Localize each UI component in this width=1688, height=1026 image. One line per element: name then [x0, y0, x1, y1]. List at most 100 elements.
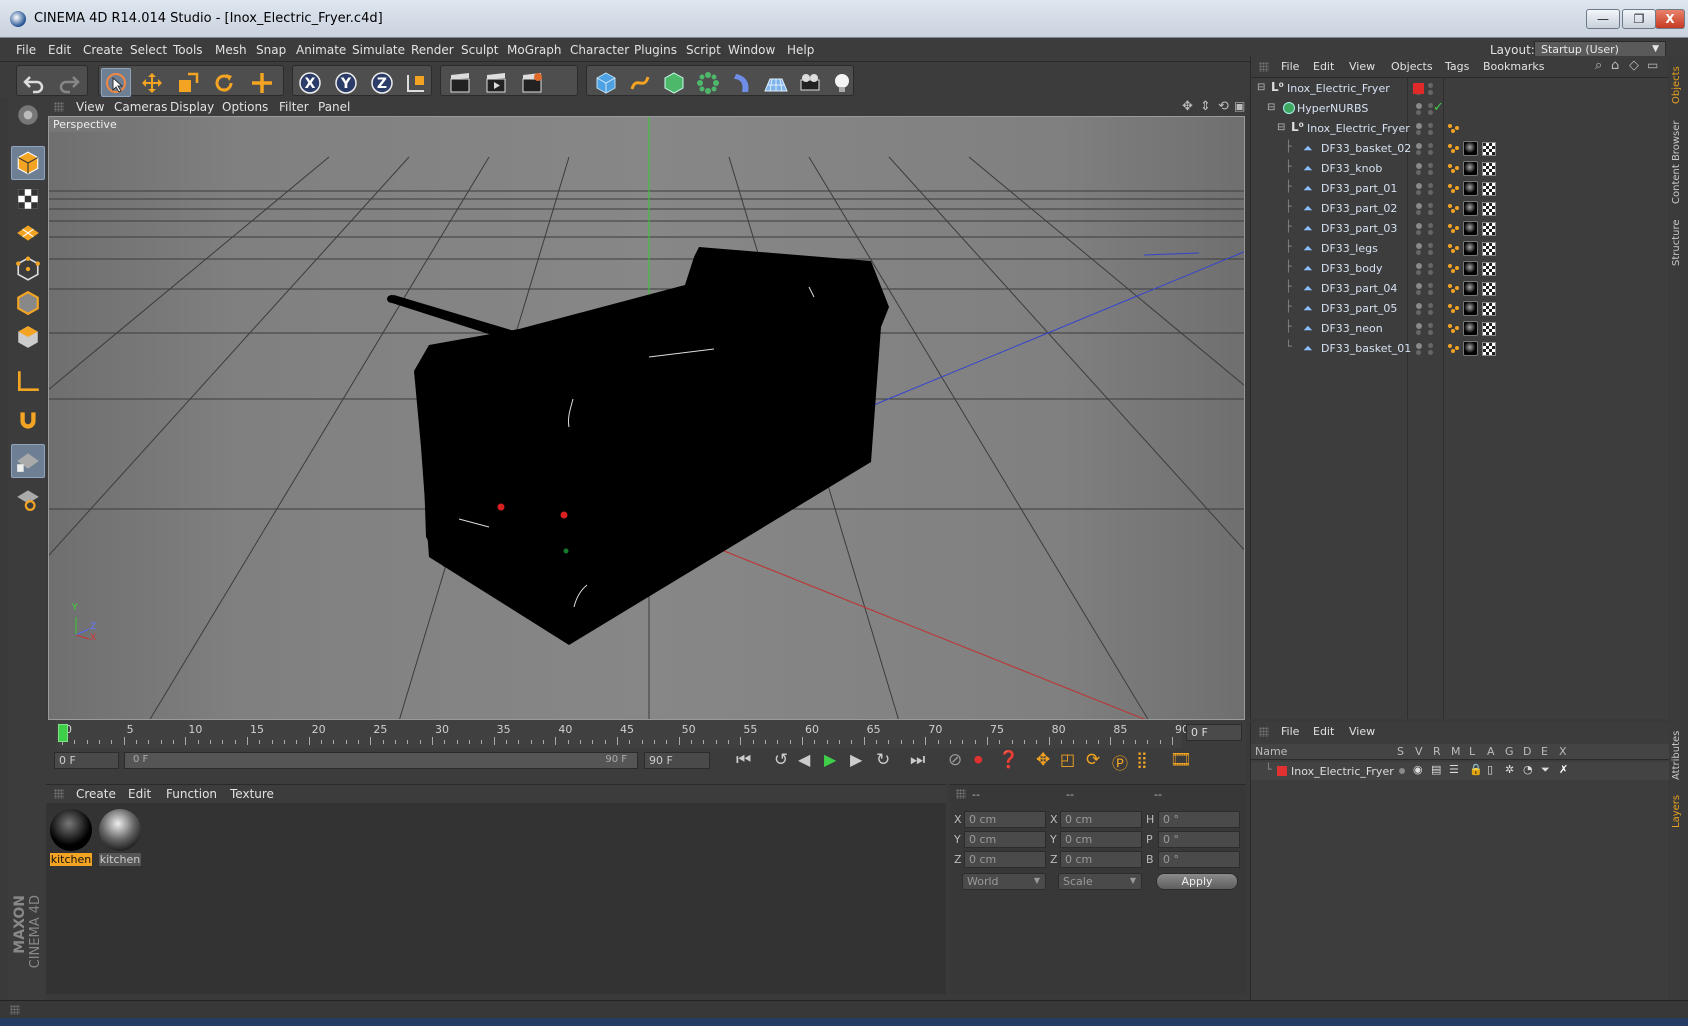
- coordinate-system-button[interactable]: [401, 68, 431, 97]
- layer-menu-file[interactable]: File: [1281, 725, 1299, 738]
- object-name[interactable]: DF33_part_03: [1321, 222, 1397, 235]
- uvw-tag-icon[interactable]: [1447, 323, 1459, 335]
- object-name[interactable]: HyperNURBS: [1297, 102, 1368, 115]
- editor-visibility-dot[interactable]: [1428, 303, 1433, 308]
- object-name[interactable]: Inox_Electric_Fryer: [1307, 122, 1410, 135]
- render-visibility-dot[interactable]: [1428, 230, 1433, 235]
- texture-tag-icon[interactable]: [1482, 262, 1496, 276]
- floor-button[interactable]: [761, 68, 791, 97]
- render-visibility-dot[interactable]: [1416, 330, 1421, 335]
- previous-keyframe-icon[interactable]: ↺: [774, 750, 788, 770]
- editor-visibility-dot[interactable]: [1416, 263, 1422, 269]
- uvw-tag-icon[interactable]: [1447, 343, 1459, 355]
- viewport-zoom-icon[interactable]: ⇕: [1200, 99, 1211, 114]
- apply-button[interactable]: Apply: [1156, 873, 1238, 890]
- render-visibility-dot[interactable]: [1428, 310, 1433, 315]
- texture-tag-icon[interactable]: [1482, 342, 1496, 356]
- restore-button[interactable]: ❐: [1622, 9, 1656, 29]
- object-name[interactable]: DF33_part_05: [1321, 302, 1397, 315]
- render-visibility-dot[interactable]: [1428, 330, 1433, 335]
- viewport-menu-cameras[interactable]: Cameras: [114, 100, 167, 114]
- locked-workplane-button[interactable]: [11, 444, 45, 478]
- object-name[interactable]: DF33_part_02: [1321, 202, 1397, 215]
- editor-visibility-dot[interactable]: [1416, 183, 1422, 189]
- menu-mesh[interactable]: Mesh: [215, 43, 247, 57]
- uvw-tag-icon[interactable]: [1447, 203, 1459, 215]
- edges-mode-button[interactable]: [11, 286, 45, 320]
- viewport-maximize-icon[interactable]: ▣: [1234, 99, 1245, 113]
- uvw-tag-icon[interactable]: [1447, 223, 1459, 235]
- model-mode-button[interactable]: [11, 146, 45, 180]
- object-name[interactable]: DF33_body: [1321, 262, 1383, 275]
- go-to-start-icon[interactable]: ⏮: [736, 750, 751, 770]
- editor-visibility-dot[interactable]: [1416, 303, 1422, 309]
- key-parameter-icon[interactable]: Ⓟ: [1112, 750, 1128, 774]
- editor-visibility-dot[interactable]: [1416, 143, 1422, 149]
- material-tag-icon[interactable]: [1463, 181, 1478, 196]
- object-name[interactable]: DF33_basket_01: [1321, 342, 1411, 355]
- texture-tag-icon[interactable]: [1482, 222, 1496, 236]
- object-name[interactable]: DF33_part_04: [1321, 282, 1397, 295]
- editor-visibility-dot[interactable]: [1428, 343, 1433, 348]
- uvw-tag-icon[interactable]: [1447, 243, 1459, 255]
- render-visibility-dot[interactable]: [1428, 190, 1433, 195]
- layer-menu-edit[interactable]: Edit: [1313, 725, 1334, 738]
- animation-icon[interactable]: ▯: [1487, 763, 1493, 776]
- material-tag-icon[interactable]: [1463, 201, 1478, 216]
- render-visibility-dot[interactable]: [1428, 90, 1433, 95]
- object-menu-objects[interactable]: Objects: [1391, 60, 1433, 73]
- render-visibility-dot[interactable]: [1428, 350, 1433, 355]
- texture-tag-icon[interactable]: [1482, 162, 1496, 176]
- rot-p-field[interactable]: 0 °: [1158, 831, 1240, 848]
- check-icon[interactable]: ✓: [1433, 100, 1444, 115]
- menu-script[interactable]: Script: [686, 43, 721, 57]
- material-tag-icon[interactable]: [1463, 261, 1478, 276]
- menu-edit[interactable]: Edit: [48, 43, 71, 57]
- pos-y-field[interactable]: 0 cm: [964, 831, 1046, 848]
- current-frame-field[interactable]: 0 F: [1186, 724, 1242, 741]
- editor-visibility-dot[interactable]: [1416, 343, 1422, 349]
- viewport-menu-panel[interactable]: Panel: [318, 100, 350, 114]
- array-button[interactable]: [693, 68, 723, 97]
- material-menu-texture[interactable]: Texture: [230, 787, 274, 801]
- tab-objects[interactable]: Objects: [1671, 60, 1687, 110]
- axis-mode-button[interactable]: [11, 364, 45, 398]
- object-row[interactable]: ├ ⏶ DF33_part_05: [1251, 299, 1669, 319]
- rotate-button[interactable]: [209, 68, 239, 97]
- camera-button[interactable]: [795, 68, 825, 97]
- render-visibility-dot[interactable]: [1416, 230, 1421, 235]
- render-visibility-dot[interactable]: [1428, 210, 1433, 215]
- autokey-icon[interactable]: ⏺: [974, 750, 983, 770]
- end-frame-field[interactable]: 90 F: [644, 752, 710, 769]
- snap-button[interactable]: [11, 404, 45, 438]
- layer-name[interactable]: Inox_Electric_Fryer: [1291, 765, 1394, 778]
- editor-visibility-dot[interactable]: [1428, 143, 1433, 148]
- object-name[interactable]: DF33_knob: [1321, 162, 1382, 175]
- collapse-toggle-icon[interactable]: ⊟: [1257, 82, 1265, 93]
- layer-color-swatch[interactable]: [1277, 766, 1287, 776]
- panel-maximize-icon[interactable]: ▭: [1647, 58, 1658, 72]
- editor-visibility-dot[interactable]: [1416, 283, 1422, 289]
- planar-workplane-button[interactable]: [11, 482, 45, 516]
- minimize-button[interactable]: —: [1586, 9, 1620, 29]
- menu-character[interactable]: Character: [570, 43, 629, 57]
- material-tag-icon[interactable]: [1463, 321, 1478, 336]
- object-menu-tags[interactable]: Tags: [1445, 60, 1469, 73]
- texture-tag-icon[interactable]: [1482, 202, 1496, 216]
- object-row[interactable]: ├ ⏶ DF33_body: [1251, 259, 1669, 279]
- move-button[interactable]: [137, 68, 167, 97]
- render-visibility-dot[interactable]: [1428, 250, 1433, 255]
- key-position-icon[interactable]: ✥: [1036, 750, 1050, 770]
- material-swatch[interactable]: kitchen: [50, 809, 92, 866]
- object-row[interactable]: ⊟ HyperNURBS ✓: [1251, 99, 1669, 119]
- layer-row[interactable]: └ Inox_Electric_Fryer ◉ ▤ ☰ 🔒 ▯ ✲ ◔ ⏷ ✗: [1251, 762, 1669, 780]
- menu-simulate[interactable]: Simulate: [352, 43, 405, 57]
- tool-button[interactable]: [247, 68, 277, 97]
- workplane-mode-button[interactable]: [11, 216, 45, 250]
- size-z-field[interactable]: 0 cm: [1060, 851, 1142, 868]
- eye-icon[interactable]: ◉: [1413, 763, 1423, 776]
- editor-visibility-dot[interactable]: [1428, 263, 1433, 268]
- render-visibility-dot[interactable]: [1416, 290, 1421, 295]
- tab-content-browser[interactable]: Content Browser: [1671, 114, 1687, 210]
- close-button[interactable]: X: [1655, 9, 1685, 29]
